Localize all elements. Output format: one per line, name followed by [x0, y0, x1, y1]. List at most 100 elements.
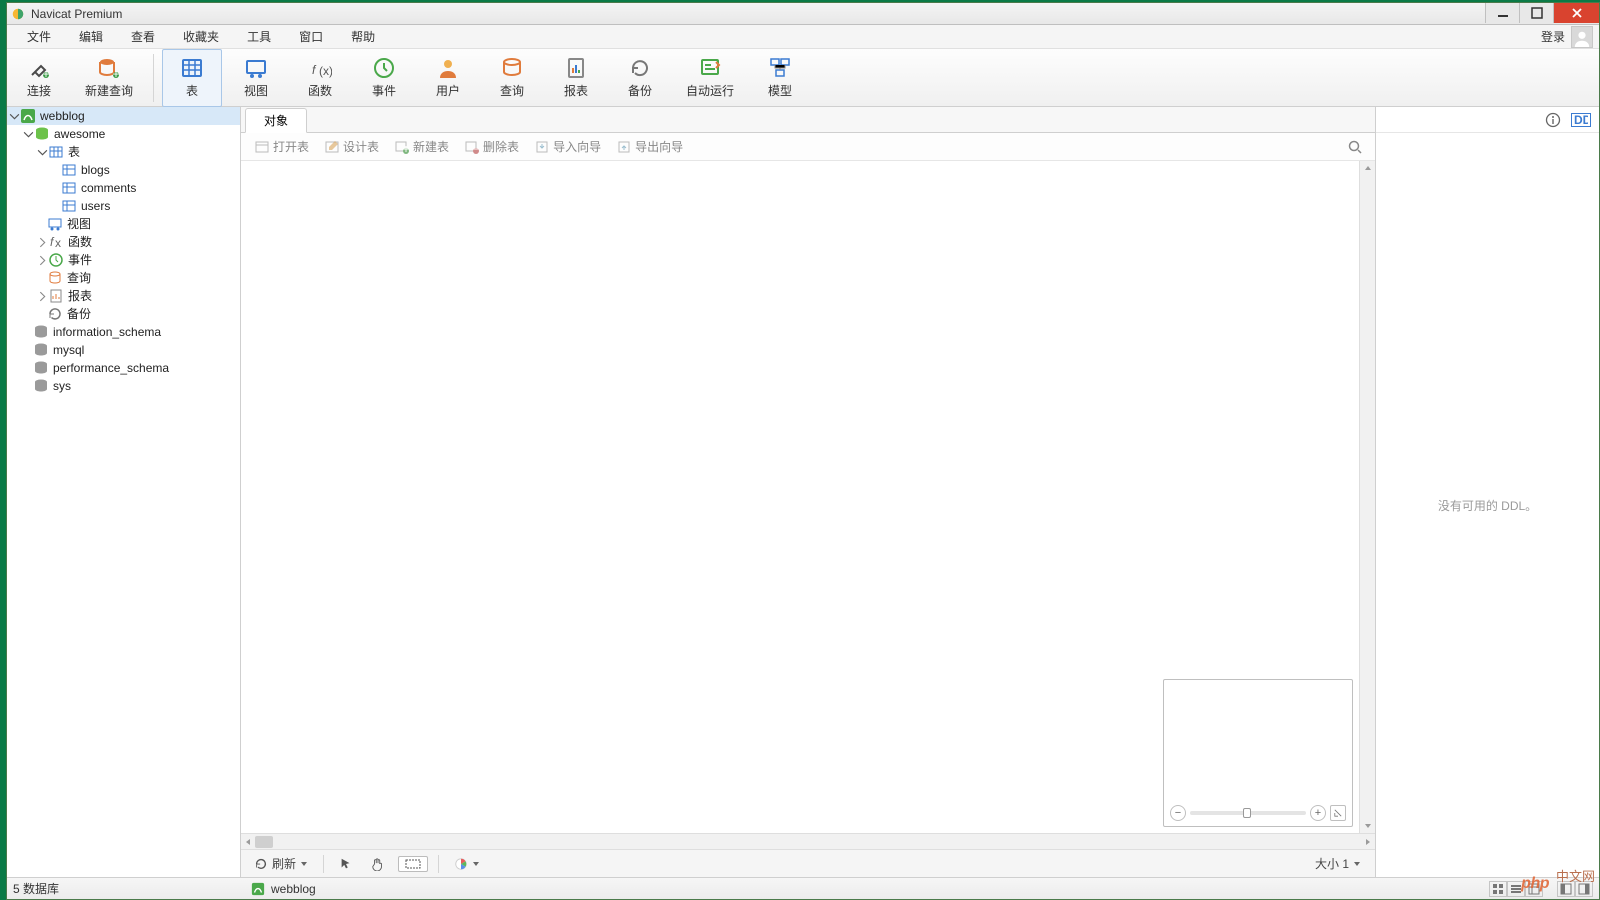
app-title: Navicat Premium — [31, 7, 122, 21]
pointer-tool-button[interactable] — [334, 854, 358, 874]
hand-tool-button[interactable] — [366, 854, 390, 874]
tree-label: webblog — [40, 107, 85, 125]
tree-group-backups[interactable]: 备份 — [7, 305, 240, 323]
scroll-right-icon[interactable] — [1361, 834, 1375, 849]
tool-connection[interactable]: + 连接 — [9, 49, 69, 107]
tree-table-item[interactable]: comments — [7, 179, 240, 197]
tool-view[interactable]: 视图 — [226, 49, 286, 107]
collapse-icon[interactable] — [23, 129, 34, 140]
design-table-button[interactable]: 设计表 — [317, 136, 387, 157]
size-dropdown[interactable]: 大小 1 — [1315, 855, 1367, 872]
tool-report[interactable]: 报表 — [546, 49, 606, 107]
color-icon — [454, 857, 468, 871]
zoom-in-button[interactable]: + — [1310, 805, 1326, 821]
tree-database-closed[interactable]: sys — [7, 377, 240, 395]
menu-edit[interactable]: 编辑 — [65, 26, 117, 47]
view-grid-icon[interactable] — [1489, 881, 1507, 897]
tool-event[interactable]: 事件 — [354, 49, 414, 107]
titlebar[interactable]: Navicat Premium — [7, 3, 1599, 25]
open-table-button[interactable]: 打开表 — [247, 136, 317, 157]
info-tab-button[interactable] — [1545, 112, 1561, 128]
scroll-left-icon[interactable] — [241, 834, 255, 849]
minimize-button[interactable] — [1485, 3, 1519, 23]
new-table-button[interactable]: +新建表 — [387, 136, 457, 157]
tree-group-views[interactable]: 视图 — [7, 215, 240, 233]
vertical-scrollbar[interactable] — [1359, 161, 1375, 833]
tool-backup[interactable]: 备份 — [610, 49, 670, 107]
minimap[interactable]: − + — [1163, 679, 1353, 827]
tool-label: 事件 — [372, 82, 396, 99]
tree-database-open[interactable]: awesome — [7, 125, 240, 143]
scroll-down-icon[interactable] — [1360, 819, 1375, 833]
report-icon — [564, 56, 588, 80]
tree-label: blogs — [81, 161, 110, 179]
tool-model[interactable]: 模型 — [750, 49, 810, 107]
menu-view[interactable]: 查看 — [117, 26, 169, 47]
zoom-slider-thumb[interactable] — [1243, 808, 1251, 818]
login-link[interactable]: 登录 — [1541, 28, 1571, 45]
zoom-out-button[interactable]: − — [1170, 805, 1186, 821]
tree-label: 报表 — [68, 287, 92, 305]
refresh-button[interactable]: 刷新 — [249, 852, 313, 875]
tool-automation[interactable]: 自动运行 — [674, 49, 746, 107]
scroll-up-icon[interactable] — [1360, 161, 1375, 175]
import-wizard-button[interactable]: 导入向导 — [527, 136, 609, 157]
menu-window[interactable]: 窗口 — [285, 26, 337, 47]
tree-database-closed[interactable]: mysql — [7, 341, 240, 359]
delete-table-button[interactable]: −删除表 — [457, 136, 527, 157]
tree-group-tables[interactable]: 表 — [7, 143, 240, 161]
color-picker-button[interactable] — [449, 854, 485, 874]
collapse-icon[interactable] — [9, 111, 20, 122]
tool-function[interactable]: f(x) 函数 — [290, 49, 350, 107]
body: webblog awesome 表 blogs comments — [7, 107, 1599, 877]
scrollbar-thumb[interactable] — [255, 836, 273, 848]
tree-label: awesome — [54, 125, 105, 143]
tree-database-closed[interactable]: performance_schema — [7, 359, 240, 377]
search-icon[interactable] — [1347, 139, 1363, 155]
backup-icon — [628, 56, 652, 80]
menu-file[interactable]: 文件 — [13, 26, 65, 47]
object-canvas[interactable]: − + — [241, 161, 1375, 849]
zoom-controls: − + — [1170, 804, 1346, 822]
maximize-button[interactable] — [1519, 3, 1553, 23]
menu-tools[interactable]: 工具 — [233, 26, 285, 47]
tool-new-query[interactable]: + 新建查询 — [73, 49, 145, 107]
tree-group-events[interactable]: 事件 — [7, 251, 240, 269]
expand-icon[interactable] — [37, 237, 48, 248]
expand-icon[interactable] — [37, 291, 48, 302]
tree-label: performance_schema — [53, 359, 169, 377]
ddl-tab-button[interactable]: DDL — [1571, 113, 1591, 127]
select-rect-button[interactable] — [398, 856, 428, 872]
avatar-icon[interactable] — [1571, 26, 1593, 48]
import-icon — [535, 140, 549, 154]
menu-fav[interactable]: 收藏夹 — [169, 26, 233, 47]
tree-database-closed[interactable]: information_schema — [7, 323, 240, 341]
tree-label: 表 — [68, 143, 80, 161]
menu-help[interactable]: 帮助 — [337, 26, 389, 47]
tree-group-queries[interactable]: 查询 — [7, 269, 240, 287]
horizontal-scrollbar[interactable] — [241, 833, 1375, 849]
tool-label: 新建查询 — [85, 82, 133, 99]
model-icon — [768, 56, 792, 80]
export-wizard-button[interactable]: 导出向导 — [609, 136, 691, 157]
tool-table[interactable]: 表 — [162, 49, 222, 107]
object-tree[interactable]: webblog awesome 表 blogs comments — [7, 107, 241, 877]
zoom-slider[interactable] — [1190, 811, 1306, 815]
tab-objects[interactable]: 对象 — [245, 108, 307, 133]
backup-group-icon — [47, 306, 63, 322]
zoom-fit-button[interactable] — [1330, 805, 1346, 821]
tree-group-reports[interactable]: 报表 — [7, 287, 240, 305]
tree-table-item[interactable]: users — [7, 197, 240, 215]
expand-icon[interactable] — [37, 255, 48, 266]
tree-table-item[interactable]: blogs — [7, 161, 240, 179]
tool-query[interactable]: 查询 — [482, 49, 542, 107]
tool-user[interactable]: 用户 — [418, 49, 478, 107]
collapse-icon[interactable] — [37, 147, 48, 158]
tree-group-functions[interactable]: fx 函数 — [7, 233, 240, 251]
database-closed-icon — [33, 378, 49, 394]
tool-label: 用户 — [436, 82, 460, 99]
tree-connection[interactable]: webblog — [7, 107, 240, 125]
close-button[interactable] — [1553, 3, 1599, 23]
clock-icon — [372, 56, 396, 80]
export-icon — [617, 140, 631, 154]
